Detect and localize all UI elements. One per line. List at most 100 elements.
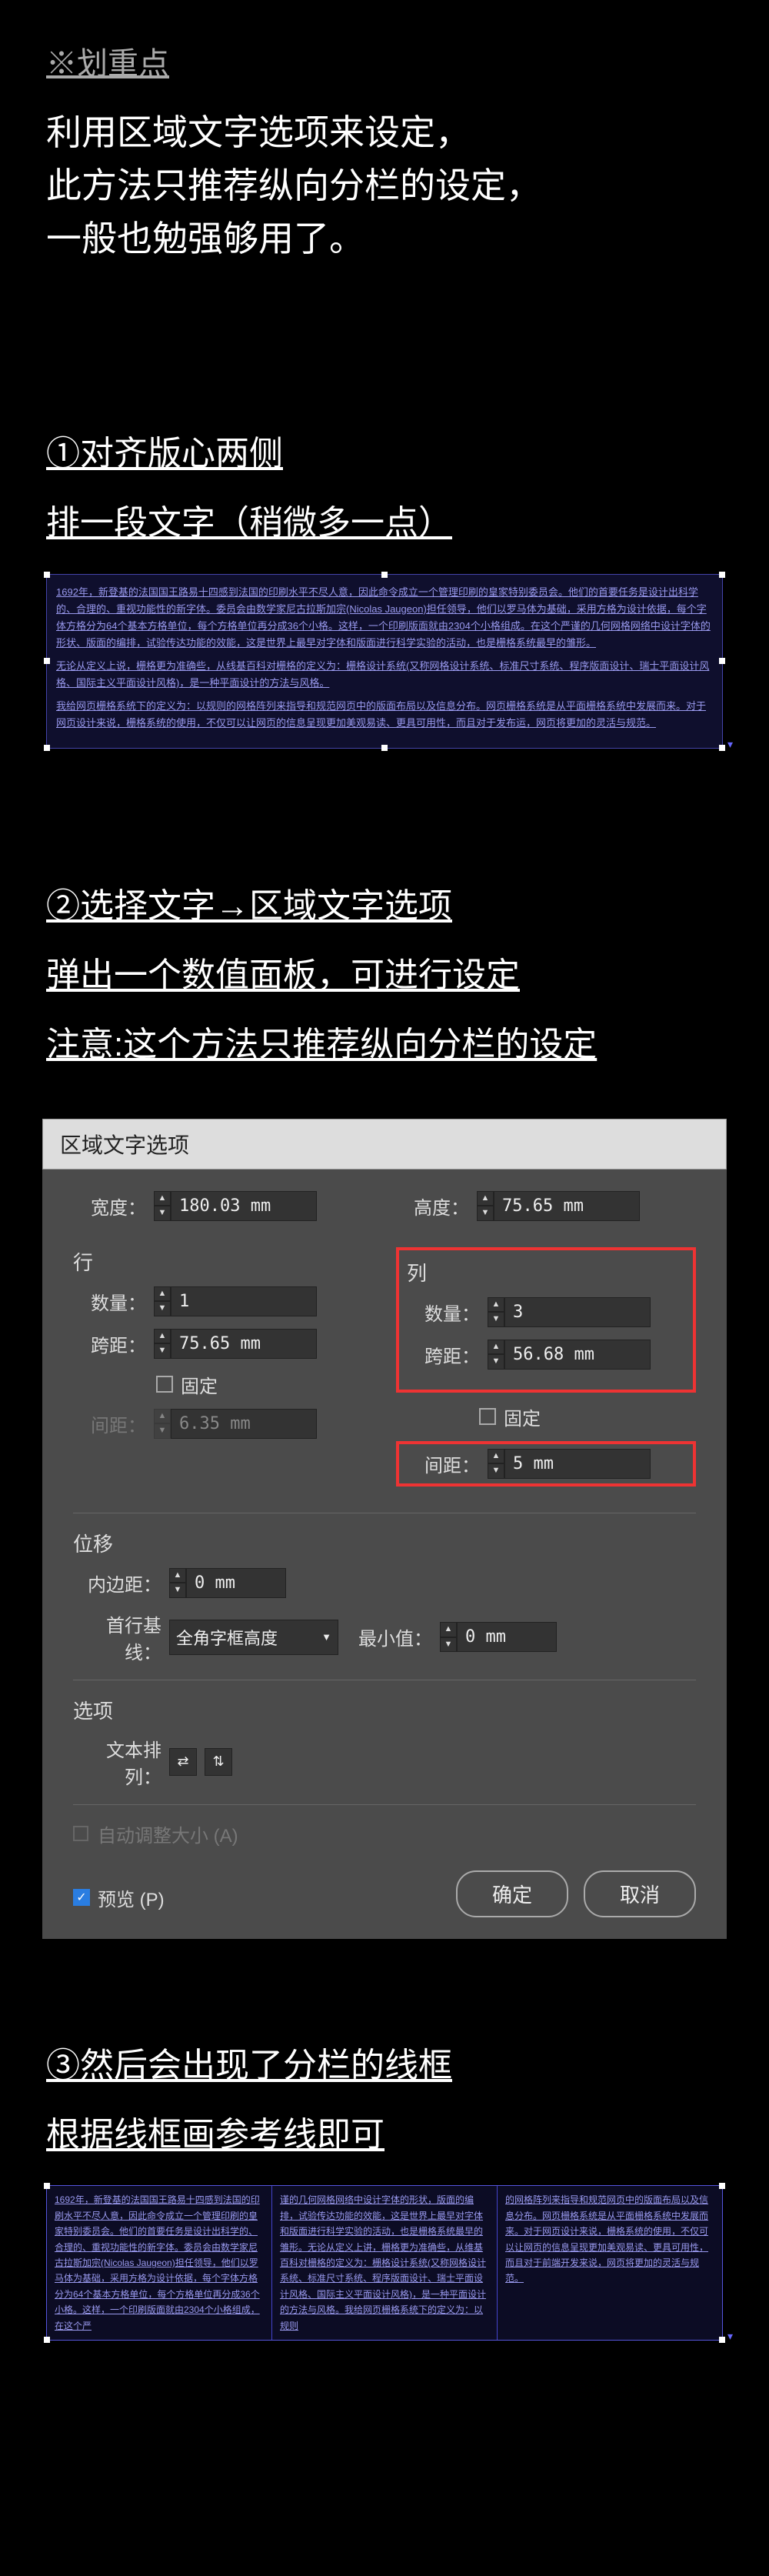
chevron-up-icon[interactable]: ▲ <box>488 1297 504 1313</box>
step3-sub: 根据线框画参考线即可 <box>46 2108 723 2162</box>
row-section-label: 行 <box>73 1247 373 1276</box>
width-input[interactable] <box>171 1191 317 1221</box>
autosize-label: 自动调整大小 (A) <box>98 1820 238 1847</box>
handle-bottom-left[interactable] <box>44 745 50 751</box>
out-port-icon[interactable]: ▾ <box>727 738 733 751</box>
preview-label: 预览 (P) <box>98 1884 165 1911</box>
col-count-stepper[interactable]: ▲▼ <box>488 1297 651 1327</box>
textflow-horizontal-button[interactable]: ⇄ <box>169 1748 197 1776</box>
col-section-label: 列 <box>407 1258 685 1286</box>
col-gap-stepper[interactable]: ▲▼ <box>488 1449 651 1479</box>
step3-title: ③然后会出现了分栏的线框 <box>46 2039 723 2093</box>
col-gap-input[interactable] <box>504 1449 651 1479</box>
col-fixed-label: 固定 <box>504 1403 541 1430</box>
row-count-input[interactable] <box>171 1286 317 1316</box>
row-gap-stepper: ▲▼ 6.35 mm <box>154 1409 317 1439</box>
handle-mid-left[interactable] <box>44 658 50 664</box>
inset-input[interactable] <box>186 1568 286 1598</box>
baseline-select[interactable]: 全角字框高度 ▼ <box>169 1620 338 1655</box>
handle-bottom-right[interactable] <box>719 2337 725 2343</box>
preview-checkbox[interactable]: ✓ <box>73 1889 90 1906</box>
chevron-up-icon[interactable]: ▲ <box>169 1568 186 1583</box>
col-fixed-checkbox[interactable] <box>479 1408 496 1425</box>
col-count-input[interactable] <box>504 1297 651 1327</box>
row-count-stepper[interactable]: ▲▼ <box>154 1286 317 1316</box>
handle-top-center[interactable] <box>381 572 388 578</box>
handle-bottom-center[interactable] <box>381 745 388 751</box>
dialog-title: 区域文字选项 <box>60 1129 189 1160</box>
chevron-down-icon[interactable]: ▼ <box>477 1206 494 1221</box>
autosize-checkbox[interactable] <box>73 1826 88 1841</box>
textflow-vertical-button[interactable]: ⇅ <box>205 1748 232 1776</box>
columns-demo-frame[interactable]: ▾ 1692年，新登基的法国国王路易十四感到法国的印刷水平不尽人意，因此命令成立… <box>46 2185 723 2341</box>
col-span-label: 跨距： <box>407 1341 480 1368</box>
demo-text-block: 1692年，新登基的法国国王路易十四感到法国的印刷水平不尽人意，因此命令成立一个… <box>56 584 713 732</box>
row-gap-value: 6.35 mm <box>171 1409 317 1439</box>
column-group-highlight: 列 数量： ▲▼ 跨距： ▲▼ <box>396 1247 696 1393</box>
chevron-up-icon[interactable]: ▲ <box>488 1449 504 1464</box>
step2-title: ②选择文字→区域文字选项 <box>46 879 723 933</box>
col-span-input[interactable] <box>504 1340 651 1370</box>
col-count-label: 数量： <box>407 1299 480 1326</box>
handle-bottom-left[interactable] <box>44 2337 50 2343</box>
row-span-stepper[interactable]: ▲▼ <box>154 1329 317 1359</box>
step2-sub1: 弹出一个数值面板，可进行设定 <box>46 949 723 1003</box>
col-span-stepper[interactable]: ▲▼ <box>488 1340 651 1370</box>
chevron-down-icon: ▼ <box>154 1423 171 1439</box>
row-span-input[interactable] <box>171 1329 317 1359</box>
chevron-up-icon[interactable]: ▲ <box>154 1191 171 1206</box>
height-input[interactable] <box>494 1191 640 1221</box>
chevron-down-icon[interactable]: ▼ <box>154 1206 171 1221</box>
offset-section-label: 位移 <box>73 1529 696 1557</box>
col-gap-label: 间距： <box>407 1450 480 1477</box>
chevron-up-icon[interactable]: ▲ <box>488 1340 504 1355</box>
chevron-down-icon[interactable]: ▼ <box>169 1583 186 1598</box>
row-count-label: 数量： <box>73 1288 146 1315</box>
inset-label: 内边距： <box>73 1570 161 1597</box>
divider <box>73 1804 696 1805</box>
chevron-down-icon[interactable]: ▼ <box>488 1354 504 1370</box>
chevron-up-icon[interactable]: ▲ <box>154 1286 171 1302</box>
col-gap-highlight: 间距： ▲▼ <box>396 1441 696 1487</box>
min-input[interactable] <box>457 1622 557 1652</box>
row-span-label: 跨距： <box>73 1330 146 1357</box>
chevron-down-icon[interactable]: ▼ <box>488 1463 504 1479</box>
chevron-down-icon[interactable]: ▼ <box>440 1637 457 1653</box>
handle-bottom-right[interactable] <box>719 745 725 751</box>
chevron-down-icon[interactable]: ▼ <box>154 1343 171 1359</box>
cancel-button[interactable]: 取消 <box>584 1870 696 1917</box>
step1-title: ①对齐版心两侧 <box>46 427 723 481</box>
height-label: 高度： <box>396 1193 469 1220</box>
handle-top-right[interactable] <box>719 572 725 578</box>
chevron-down-icon: ▼ <box>321 1631 331 1643</box>
min-label: 最小值： <box>358 1623 432 1650</box>
dialog-header: 区域文字选项 <box>42 1119 727 1170</box>
handle-top-right[interactable] <box>719 2183 725 2189</box>
chevron-up-icon[interactable]: ▲ <box>440 1622 457 1637</box>
row-fixed-checkbox[interactable] <box>156 1376 173 1393</box>
chevron-down-icon[interactable]: ▼ <box>154 1301 171 1316</box>
inset-stepper[interactable]: ▲▼ <box>169 1568 286 1598</box>
handle-mid-right[interactable] <box>719 658 725 664</box>
out-port-icon[interactable]: ▾ <box>727 2330 733 2343</box>
width-stepper[interactable]: ▲▼ <box>154 1191 317 1221</box>
ok-button[interactable]: 确定 <box>456 1870 568 1917</box>
highlight-title: ※划重点 <box>46 38 723 83</box>
step2-sub2: 注意:这个方法只推荐纵向分栏的设定 <box>46 1018 723 1072</box>
baseline-value: 全角字框高度 <box>176 1625 278 1650</box>
intro-text: 利用区域文字选项来设定， 此方法只推荐纵向分栏的设定， 一般也勉强够用了。 <box>46 106 723 265</box>
text-frame-demo[interactable]: ▾ 1692年，新登基的法国国王路易十四感到法国的印刷水平不尽人意，因此命令成立… <box>46 574 723 749</box>
chevron-up-icon[interactable]: ▲ <box>154 1329 171 1344</box>
area-type-options-dialog: 区域文字选项 宽度： ▲▼ 高度： ▲▼ <box>42 1119 727 1939</box>
chevron-down-icon[interactable]: ▼ <box>488 1312 504 1327</box>
column-2: 谨的几何网格网络中设计字体的形状，版面的编排，试验传达功能的效能，这是世界上最早… <box>272 2186 498 2340</box>
column-3: 的网格阵列来指导和规范网页中的版面布局以及信息分布。网页栅格系统是从平面栅格系统… <box>498 2186 722 2340</box>
chevron-up-icon[interactable]: ▲ <box>477 1191 494 1206</box>
height-stepper[interactable]: ▲▼ <box>477 1191 640 1221</box>
textflow-label: 文本排列： <box>73 1735 161 1789</box>
min-stepper[interactable]: ▲▼ <box>440 1622 557 1652</box>
handle-top-left[interactable] <box>44 572 50 578</box>
handle-top-left[interactable] <box>44 2183 50 2189</box>
chevron-up-icon: ▲ <box>154 1409 171 1424</box>
row-fixed-label: 固定 <box>181 1371 218 1398</box>
